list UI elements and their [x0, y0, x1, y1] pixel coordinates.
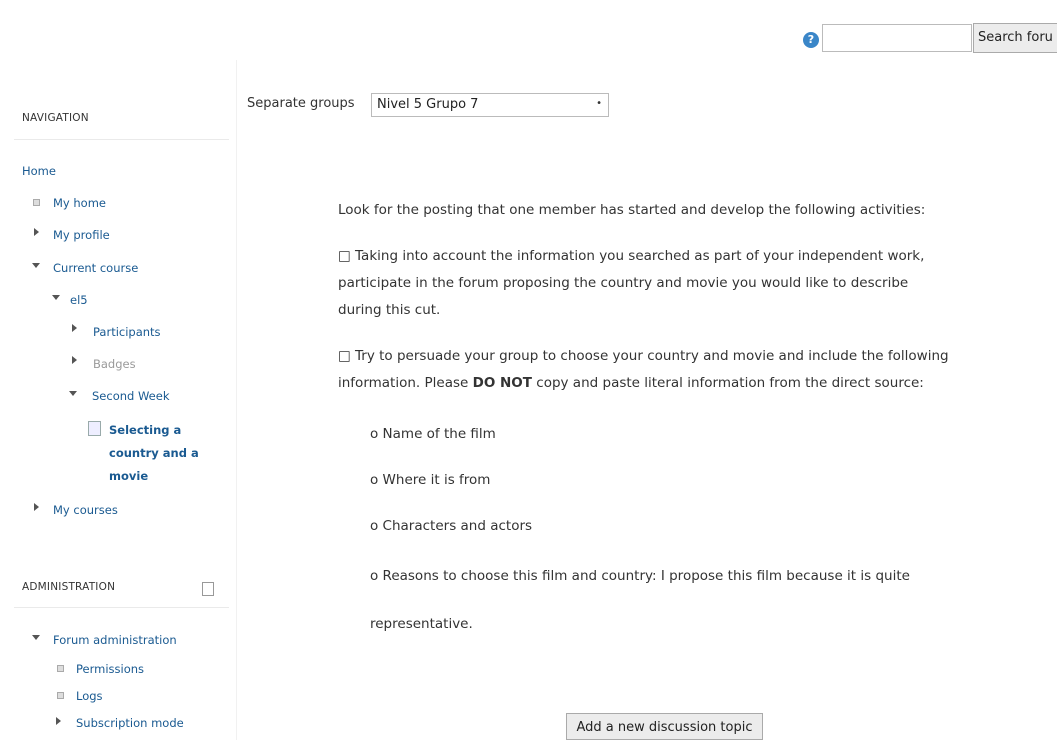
- collapse-down-icon[interactable]: [32, 263, 40, 268]
- intro-paragraph-3-line-1: □ Try to persuade your group to choose y…: [338, 348, 949, 364]
- expand-right-icon[interactable]: [56, 717, 61, 725]
- intro-paragraph-1: Look for the posting that one member has…: [338, 202, 926, 218]
- group-select[interactable]: Nivel 5 Grupo 7 •: [371, 93, 609, 117]
- nav-my-courses[interactable]: My courses: [53, 503, 118, 517]
- expand-right-icon[interactable]: [34, 228, 39, 236]
- expand-right-icon[interactable]: [34, 503, 39, 511]
- collapse-down-icon[interactable]: [52, 295, 60, 300]
- navigation-block-title: NAVIGATION: [22, 112, 89, 124]
- group-select-value: Nivel 5 Grupo 7: [377, 97, 479, 112]
- intro-text: information. Please: [338, 375, 473, 391]
- list-item-reasons-cont: representative.: [370, 616, 473, 632]
- add-discussion-topic-button[interactable]: Add a new discussion topic: [566, 713, 763, 740]
- intro-paragraph-2-line-3: during this cut.: [338, 302, 441, 318]
- intro-paragraph-2-line-2: participate in the forum proposing the c…: [338, 275, 909, 291]
- collapse-down-icon[interactable]: [69, 391, 77, 396]
- nav-logs[interactable]: Logs: [76, 689, 103, 703]
- search-input[interactable]: [822, 24, 972, 52]
- administration-block-title: ADMINISTRATION: [22, 581, 116, 593]
- dock-block-icon[interactable]: [202, 582, 214, 596]
- nav-home[interactable]: Home: [22, 164, 56, 178]
- nav-participants[interactable]: Participants: [93, 325, 161, 339]
- intro-paragraph-2-line-1: □ Taking into account the information yo…: [338, 248, 925, 264]
- administration-divider: [14, 607, 229, 608]
- nav-subscription-mode[interactable]: Subscription mode: [76, 716, 184, 730]
- search-forums-button[interactable]: Search foru: [973, 23, 1057, 53]
- separate-groups-label: Separate groups: [247, 96, 355, 111]
- nav-my-profile[interactable]: My profile: [53, 228, 110, 242]
- list-item-name-of-film: o Name of the film: [370, 426, 496, 442]
- list-item-where-from: o Where it is from: [370, 472, 491, 488]
- intro-text: copy and paste literal information from …: [531, 375, 924, 391]
- navigation-divider: [14, 139, 229, 140]
- do-not-emphasis: DO NOT: [472, 375, 532, 391]
- forum-icon: [88, 421, 101, 436]
- list-item-reasons: o Reasons to choose this film and countr…: [370, 568, 910, 584]
- collapse-down-icon[interactable]: [32, 635, 40, 640]
- nav-second-week[interactable]: Second Week: [92, 389, 170, 403]
- nav-my-home[interactable]: My home: [53, 196, 106, 210]
- dropdown-arrow-icon: •: [596, 98, 602, 109]
- nav-permissions[interactable]: Permissions: [76, 662, 144, 676]
- nav-activity-line2[interactable]: country and a: [109, 446, 199, 460]
- intro-paragraph-3-line-2: information. Please DO NOT copy and past…: [338, 372, 978, 394]
- expand-right-icon[interactable]: [72, 324, 77, 332]
- sidebar-divider: [236, 60, 237, 740]
- bullet-icon: [33, 199, 40, 206]
- expand-right-icon[interactable]: [72, 356, 77, 364]
- help-icon[interactable]: ?: [803, 32, 819, 48]
- nav-current-course[interactable]: Current course: [53, 261, 138, 275]
- nav-activity-line1[interactable]: Selecting a: [109, 423, 181, 437]
- bullet-icon: [57, 665, 64, 672]
- list-item-characters: o Characters and actors: [370, 518, 533, 534]
- nav-activity-line3[interactable]: movie: [109, 469, 148, 483]
- bullet-icon: [57, 692, 64, 699]
- nav-badges[interactable]: Badges: [93, 357, 136, 371]
- nav-forum-administration[interactable]: Forum administration: [53, 633, 177, 647]
- nav-course-el5[interactable]: el5: [70, 293, 88, 307]
